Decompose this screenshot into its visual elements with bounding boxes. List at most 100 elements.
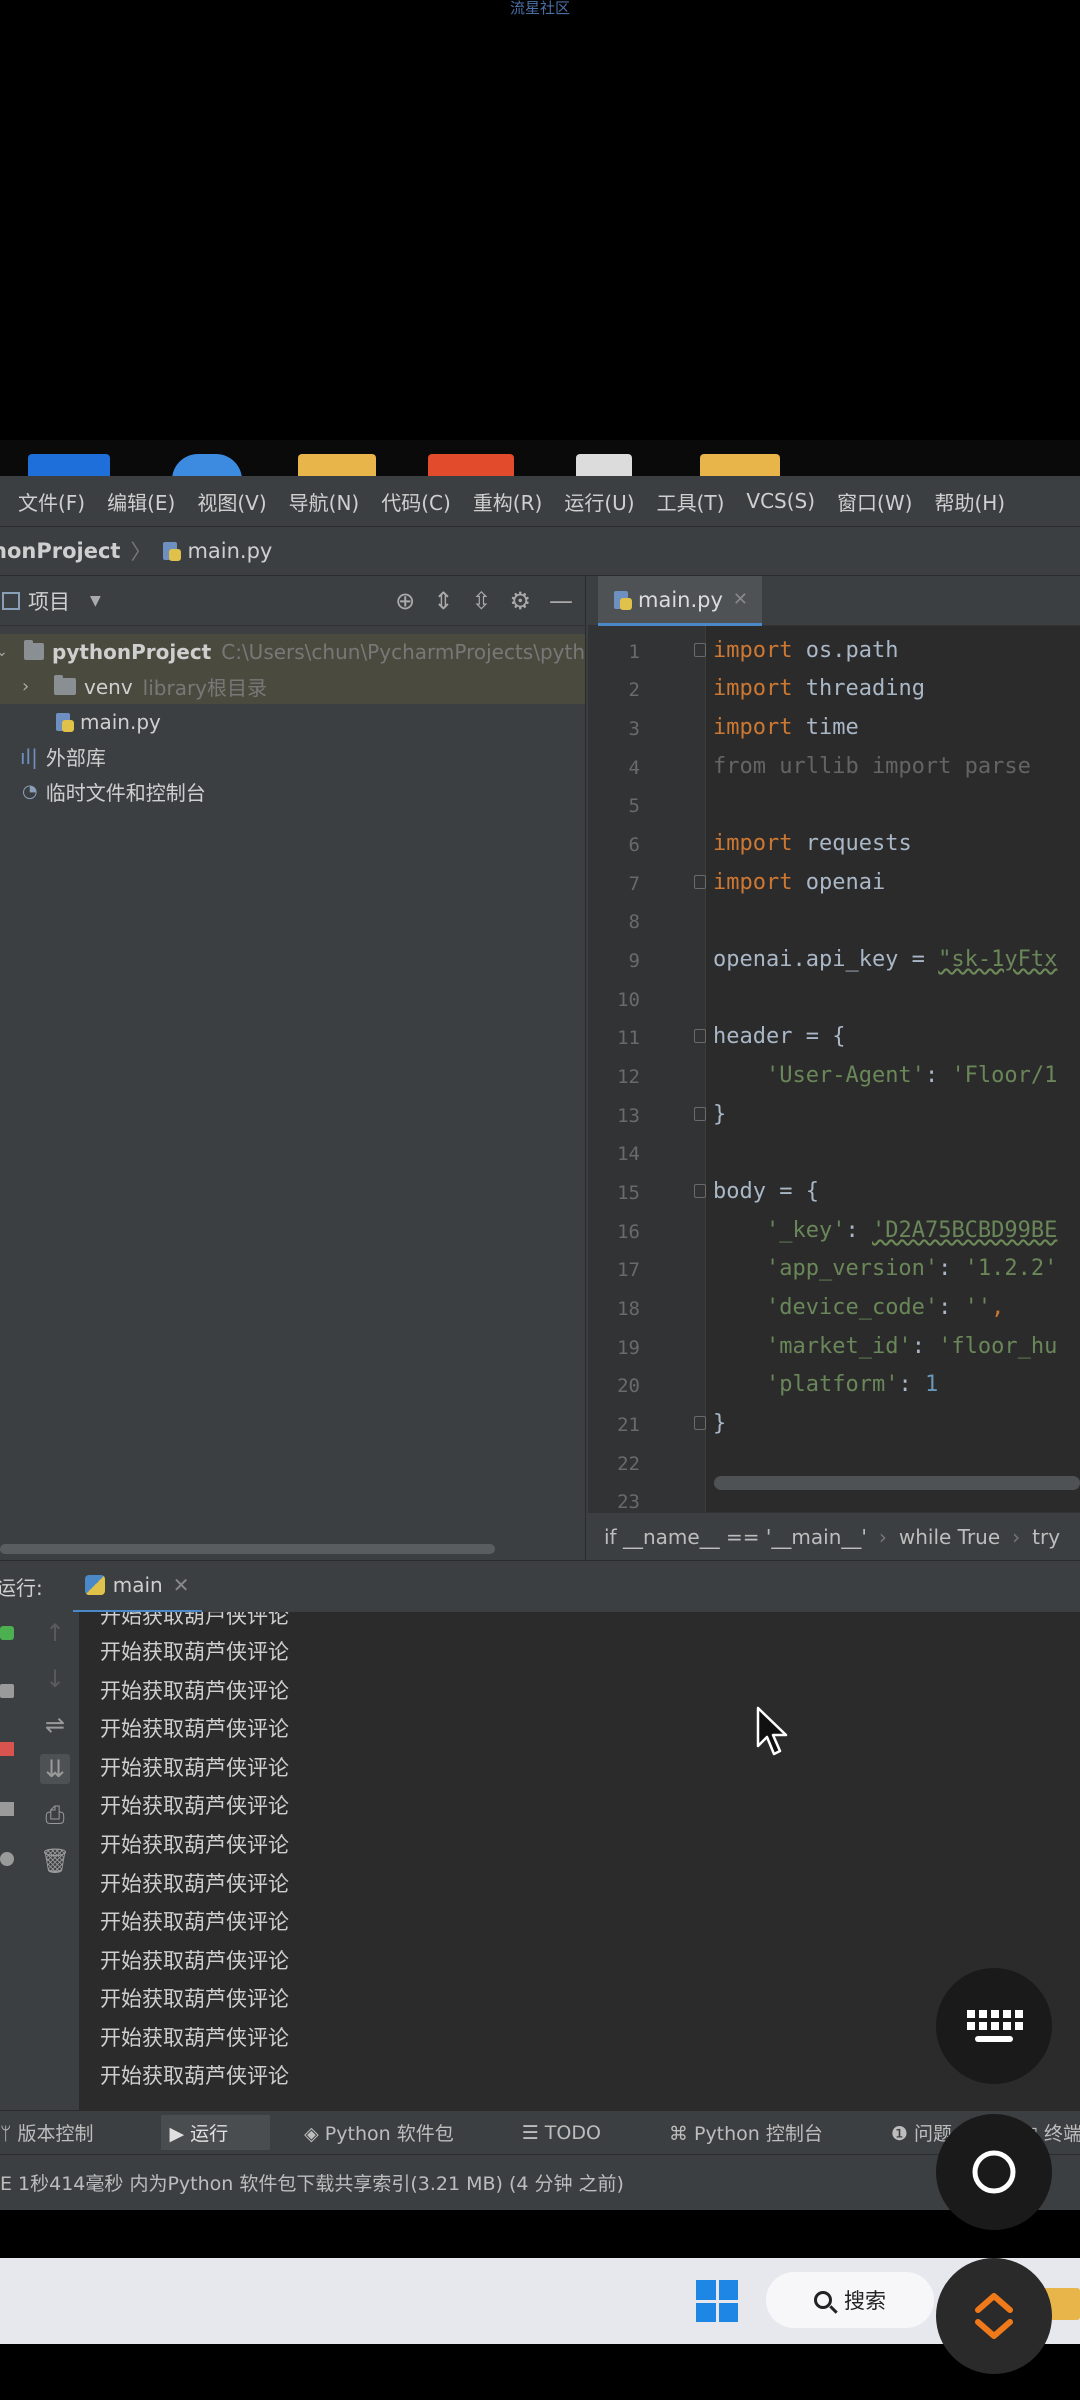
external-libraries-label: 外部库 — [45, 746, 106, 770]
browser-icon — [172, 454, 242, 476]
tab-python-console[interactable]: ⌘ Python 控制台 — [669, 2119, 857, 2146]
menu-edit[interactable]: 编辑(E) — [107, 487, 175, 516]
crumb-if-main[interactable]: if __name__ == '__main__' — [604, 1525, 867, 1549]
menu-run[interactable]: 运行(U) — [564, 487, 634, 516]
code-line-13: } — [713, 1102, 727, 1127]
tool-window-bar: ᛘ 版本控制 ▶ 运行 ◈ Python 软件包 ☰ TODO ⌘ Python… — [0, 2110, 1080, 2154]
code-line-20: 'platform': 1 — [765, 1372, 939, 1397]
tab-run[interactable]: ▶ 运行 — [161, 2115, 271, 2150]
chevron-right-icon[interactable]: › — [22, 676, 42, 697]
wrench-icon[interactable] — [0, 1684, 14, 1698]
code-line-17: 'app_version': '1.2.2' — [765, 1256, 1058, 1281]
menu-file[interactable]: 文件(F) — [18, 487, 85, 516]
line-number: 19 — [617, 1337, 640, 1359]
search-icon — [814, 2291, 832, 2309]
expand-all-icon[interactable]: ⇕ — [433, 588, 453, 614]
menu-refactor[interactable]: 重构(R) — [473, 487, 543, 516]
fold-marker-icon[interactable] — [694, 1184, 706, 1198]
scroll-down-icon[interactable]: ↓ — [40, 1664, 70, 1694]
tab-todo[interactable]: ☰ TODO — [522, 2122, 635, 2144]
line-number: 9 — [628, 950, 640, 972]
run-panel-header: 运行: main ✕ — [0, 1560, 1080, 1613]
editor-tab-bar: main.py ✕ — [588, 576, 1080, 626]
code-editor[interactable]: 1 2 3 4 5 6 7 8 9 10 11 12 13 14 15 16 1… — [588, 626, 1080, 1512]
home-button[interactable] — [936, 2114, 1052, 2230]
console-line: 开始获取葫芦侠评论 — [100, 1717, 289, 1741]
console-line: 开始获取葫芦侠评论 — [100, 1987, 289, 2011]
scroll-to-end-icon[interactable]: ⇊ — [40, 1754, 70, 1784]
breadcrumb-separator: 〉 — [130, 540, 152, 564]
console-line: 开始获取葫芦侠评论 — [100, 1910, 289, 1934]
layout-icon[interactable] — [0, 1802, 14, 1816]
code-line-3: import time — [713, 715, 859, 740]
fold-marker-icon[interactable] — [694, 875, 706, 889]
crumb-try[interactable]: try — [1032, 1525, 1060, 1549]
hide-panel-icon[interactable]: — — [549, 588, 573, 614]
console-line: 开始获取葫芦侠评论 — [100, 1794, 289, 1818]
locate-icon[interactable]: ⊕ — [395, 588, 415, 614]
run-tab-main[interactable]: main ✕ — [72, 1561, 202, 1613]
tree-item-external-libraries[interactable]: ıl| 外部库 — [0, 739, 585, 774]
chevron-down-icon[interactable]: ⌄ — [0, 644, 12, 660]
windows-start-icon[interactable] — [696, 2280, 738, 2322]
pin-icon[interactable] — [0, 1852, 14, 1866]
circle-icon — [972, 2150, 1016, 2194]
scratches-label: 临时文件和控制台 — [45, 781, 206, 805]
console-line: 开始获取葫芦侠评论 — [100, 2026, 289, 2050]
tab-main-py[interactable]: main.py ✕ — [598, 576, 762, 626]
tree-item-project-root[interactable]: ⌄ pythonProject C:\Users\chun\PycharmPro… — [0, 634, 585, 669]
search-label: 搜索 — [844, 2289, 886, 2313]
swap-button[interactable] — [936, 2258, 1052, 2374]
console-line: 开始获取葫芦侠评论 — [100, 1949, 289, 1973]
menu-code[interactable]: 代码(C) — [381, 487, 451, 516]
stop-icon[interactable] — [0, 1742, 14, 1756]
gear-icon[interactable]: ⚙ — [509, 588, 531, 614]
breadcrumb-file[interactable]: main.py — [187, 539, 272, 563]
document-icon — [576, 454, 632, 476]
tab-python-packages[interactable]: ◈ Python 软件包 — [304, 2119, 488, 2146]
tree-item-venv[interactable]: › venv library根目录 — [0, 669, 585, 704]
project-panel-title[interactable]: 项目 — [28, 586, 70, 616]
taskbar-search[interactable]: 搜索 — [766, 2272, 934, 2328]
line-number: 8 — [628, 911, 640, 933]
print-icon[interactable]: ⎙ — [40, 1800, 70, 1830]
soft-wrap-icon[interactable]: ⇌ — [40, 1710, 70, 1740]
line-number: 6 — [628, 834, 640, 856]
fold-marker-icon[interactable] — [694, 643, 706, 657]
menu-navigate[interactable]: 导航(N) — [289, 487, 360, 516]
console-line: 开始获取葫芦侠评论 — [100, 1679, 289, 1703]
breadcrumb-project[interactable]: honProject — [0, 539, 120, 563]
crumb-while-true[interactable]: while True — [899, 1525, 1000, 1549]
video-app-icon — [428, 454, 514, 476]
console-line: 开始获取葫芦侠评论 — [100, 1640, 289, 1664]
fold-marker-icon[interactable] — [694, 1107, 706, 1121]
scroll-up-icon[interactable]: ↑ — [40, 1618, 70, 1648]
tree-item-main-py[interactable]: main.py — [0, 704, 585, 739]
trash-icon[interactable]: 🗑 — [40, 1846, 70, 1876]
menu-help[interactable]: 帮助(H) — [934, 487, 1005, 516]
code-line-15: body = { — [713, 1179, 819, 1204]
python-file-icon — [612, 589, 632, 611]
project-view-icon — [2, 591, 20, 610]
close-icon[interactable]: ✕ — [173, 1573, 190, 1597]
rerun-icon[interactable] — [0, 1626, 14, 1640]
keyboard-button[interactable] — [936, 1968, 1052, 2084]
fold-marker-icon[interactable] — [694, 1029, 706, 1043]
code-breadcrumbs: if __name__ == '__main__' › while True ›… — [588, 1512, 1080, 1560]
menu-tools[interactable]: 工具(T) — [657, 487, 725, 516]
line-number: 16 — [617, 1221, 640, 1243]
close-icon[interactable]: ✕ — [733, 589, 748, 610]
top-watermark: 流星社区 — [509, 0, 570, 17]
menu-view[interactable]: 视图(V) — [197, 487, 266, 516]
menu-window[interactable]: 窗口(W) — [837, 487, 912, 516]
menu-vcs[interactable]: VCS(S) — [746, 489, 815, 513]
run-console[interactable]: 开始获取葫芦侠评论 开始获取葫芦侠评论 开始获取葫芦侠评论 开始获取葫芦侠评论 … — [80, 1612, 1080, 2110]
line-number: 15 — [617, 1182, 640, 1204]
tree-item-scratches[interactable]: ◔ 临时文件和控制台 — [0, 774, 585, 809]
editor-horizontal-scrollbar[interactable] — [714, 1476, 1080, 1490]
fold-marker-icon[interactable] — [694, 1416, 706, 1430]
project-horizontal-scrollbar[interactable] — [0, 1544, 495, 1554]
chevron-down-icon[interactable]: ▼ — [90, 593, 101, 609]
collapse-all-icon[interactable]: ⇳ — [471, 588, 491, 614]
tab-version-control[interactable]: ᛘ 版本控制 — [0, 2119, 127, 2146]
